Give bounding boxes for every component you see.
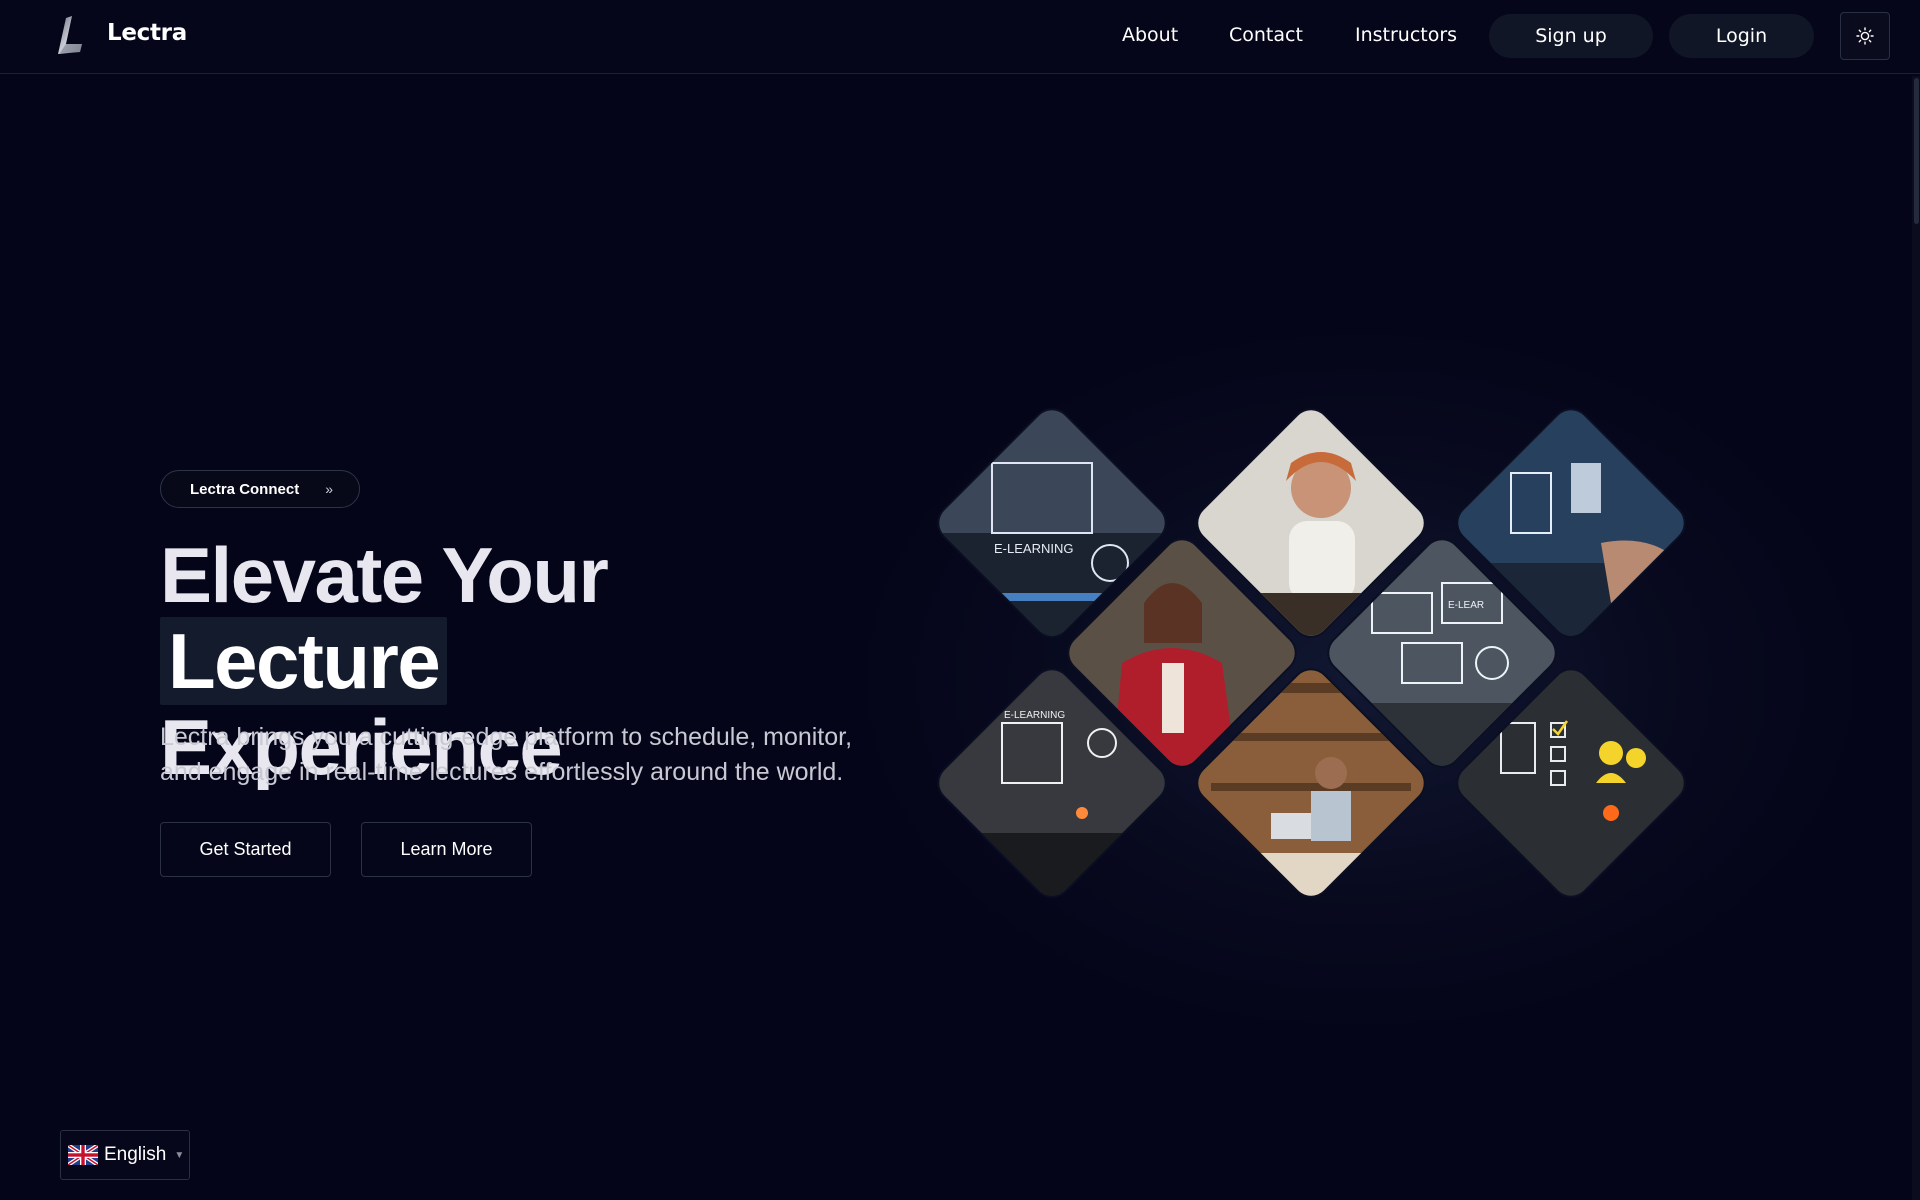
page-scrollbar[interactable]	[1912, 76, 1920, 1200]
sun-icon	[1856, 27, 1874, 45]
headline-pre: Elevate Your	[160, 531, 609, 619]
signup-button[interactable]: Sign up	[1489, 14, 1653, 58]
subtitle-line-2: and engage in real-time lectures effortl…	[160, 758, 844, 786]
uk-flag-icon	[68, 1145, 98, 1165]
double-chevron-right-icon: »	[325, 481, 333, 497]
top-navbar: Lectra About Contact Instructors Sign up…	[0, 0, 1920, 74]
badge-label: Lectra Connect	[190, 480, 300, 498]
lectra-connect-badge[interactable]: Lectra Connect »	[160, 470, 360, 508]
language-selector[interactable]: English ▼	[60, 1130, 190, 1180]
scrollbar-thumb[interactable]	[1914, 78, 1919, 224]
nav-link-contact[interactable]: Contact	[1229, 24, 1303, 46]
hero-image-collage: E-LEARNING E-LEAR E-LEARNING	[932, 403, 1721, 938]
elearning-tile-label-3: E-LEARNING	[1004, 710, 1065, 721]
elearning-tile-label: E-LEARNING	[994, 541, 1073, 556]
language-label: English	[104, 1144, 167, 1165]
brand-name[interactable]: Lectra	[107, 20, 187, 46]
headline-highlight: Lecture	[160, 617, 448, 705]
get-started-button[interactable]: Get Started	[160, 822, 331, 877]
nav-link-about[interactable]: About	[1122, 24, 1178, 46]
lectra-logo-icon[interactable]	[52, 14, 86, 58]
theme-toggle-button[interactable]	[1840, 12, 1890, 60]
nav-link-instructors[interactable]: Instructors	[1355, 24, 1457, 46]
hero-subtitle: Lectra brings you a cutting-edge platfor…	[160, 720, 860, 790]
elearning-tile-label-2: E-LEAR	[1448, 600, 1484, 611]
caret-down-icon: ▼	[174, 1149, 185, 1161]
login-button[interactable]: Login	[1669, 14, 1814, 58]
subtitle-line-1: Lectra brings you a cutting-edge platfor…	[160, 723, 853, 751]
learn-more-button[interactable]: Learn More	[361, 822, 532, 877]
